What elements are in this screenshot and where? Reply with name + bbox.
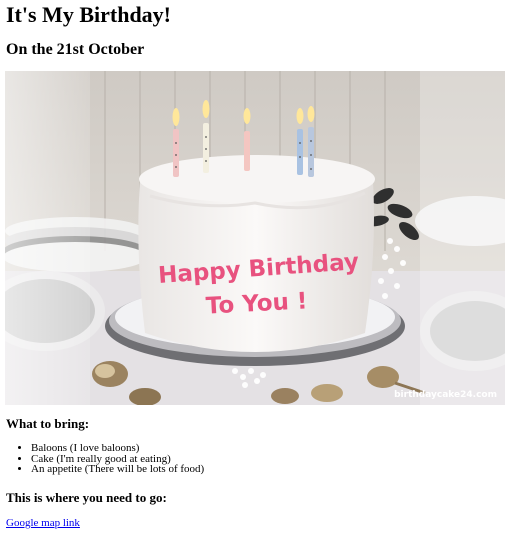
list-item: An appetite (There will be lots of food)	[31, 464, 204, 475]
cake-text-line2: To You !	[205, 288, 308, 319]
page-title: It's My Birthday!	[6, 2, 171, 27]
list-item: Baloons (I love baloons)	[31, 443, 204, 454]
location-heading: This is where you need to go:	[6, 490, 167, 505]
bring-list: Baloons (I love baloons) Cake (I'm reall…	[0, 443, 204, 475]
bring-heading: What to bring:	[6, 416, 90, 431]
date-heading: On the 21st October	[6, 41, 145, 58]
watermark-text: birthdaycake24.com	[394, 390, 497, 400]
birthday-cake-image: Happy Birthday To You ! birthdaycake24.c…	[5, 71, 505, 405]
google-map-link[interactable]: Google map link	[6, 517, 80, 530]
